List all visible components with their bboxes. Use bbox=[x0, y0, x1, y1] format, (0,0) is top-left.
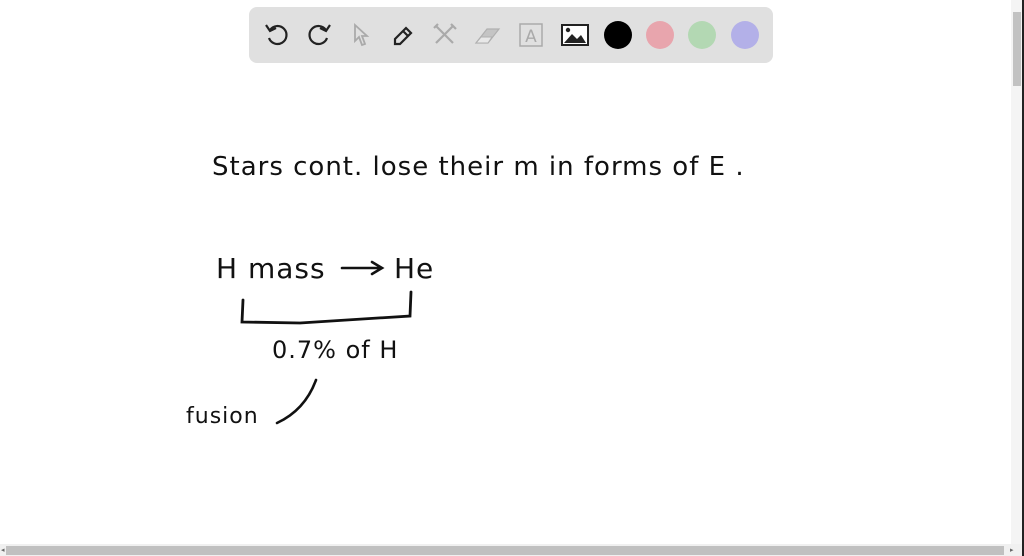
handwritten-percent: 0.7% of H bbox=[272, 336, 399, 364]
handwritten-fusion: fusion bbox=[186, 404, 259, 429]
scroll-left-arrow-icon[interactable]: ◂ bbox=[1, 546, 5, 554]
handwritten-strokes bbox=[240, 260, 413, 425]
horizontal-scrollbar-thumb[interactable] bbox=[6, 546, 1004, 555]
handwritten-he: He bbox=[394, 252, 435, 285]
arrow-stroke bbox=[340, 260, 385, 276]
bracket-stroke bbox=[240, 290, 413, 325]
vertical-scrollbar-thumb[interactable] bbox=[1013, 12, 1021, 86]
scroll-right-arrow-icon[interactable]: ▸ bbox=[1010, 546, 1014, 554]
fusion-arrow-stroke bbox=[275, 378, 318, 425]
